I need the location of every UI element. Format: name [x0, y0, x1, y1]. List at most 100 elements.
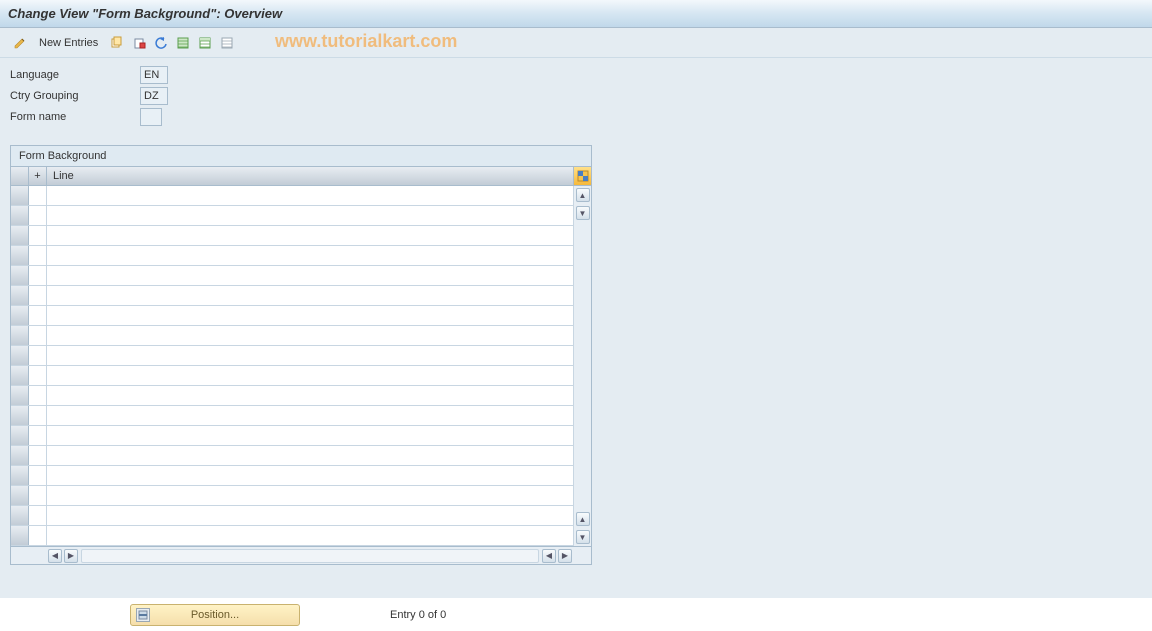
cell-plus[interactable] [29, 446, 47, 465]
row-selector[interactable] [11, 386, 29, 405]
position-button[interactable]: Position... [130, 604, 300, 626]
row-selector[interactable] [11, 486, 29, 505]
cell-plus[interactable] [29, 226, 47, 245]
row-selector[interactable] [11, 206, 29, 225]
scroll-down-icon[interactable]: ▼ [576, 206, 590, 220]
cell-plus[interactable] [29, 326, 47, 345]
cell-plus[interactable] [29, 426, 47, 445]
scroll-right-icon-2[interactable]: ▶ [558, 549, 572, 563]
select-all-icon[interactable] [173, 33, 193, 53]
table-row[interactable] [11, 366, 573, 386]
row-selector[interactable] [11, 446, 29, 465]
row-selector[interactable] [11, 526, 29, 545]
table-row[interactable] [11, 326, 573, 346]
cell-plus[interactable] [29, 346, 47, 365]
cell-line[interactable] [47, 266, 573, 285]
row-selector[interactable] [11, 346, 29, 365]
scroll-up-icon[interactable]: ▲ [576, 188, 590, 202]
ctry-grouping-input[interactable] [140, 87, 168, 105]
cell-plus[interactable] [29, 366, 47, 385]
cell-line[interactable] [47, 486, 573, 505]
cell-line[interactable] [47, 306, 573, 325]
row-selector[interactable] [11, 406, 29, 425]
scroll-left-icon-2[interactable]: ◀ [542, 549, 556, 563]
cell-line[interactable] [47, 226, 573, 245]
table-row[interactable] [11, 506, 573, 526]
table-row[interactable] [11, 386, 573, 406]
hscroll-track[interactable] [81, 549, 539, 563]
cell-line[interactable] [47, 426, 573, 445]
column-header-line[interactable]: Line [47, 167, 573, 185]
row-selector[interactable] [11, 466, 29, 485]
cell-plus[interactable] [29, 266, 47, 285]
cell-line[interactable] [47, 366, 573, 385]
cell-line[interactable] [47, 286, 573, 305]
row-selector[interactable] [11, 506, 29, 525]
row-selector[interactable] [11, 286, 29, 305]
cell-line[interactable] [47, 326, 573, 345]
column-header-selector[interactable] [11, 167, 29, 185]
cell-line[interactable] [47, 246, 573, 265]
row-selector[interactable] [11, 226, 29, 245]
table-row[interactable] [11, 406, 573, 426]
table-row[interactable] [11, 186, 573, 206]
scroll-down-icon-2[interactable]: ▼ [576, 530, 590, 544]
form-name-input[interactable] [140, 108, 162, 126]
horizontal-scrollbar[interactable]: ◀ ▶ ◀ ▶ [11, 546, 591, 564]
column-header-plus[interactable]: + [29, 167, 47, 185]
row-selector[interactable] [11, 266, 29, 285]
cell-plus[interactable] [29, 486, 47, 505]
cell-line[interactable] [47, 466, 573, 485]
table-row[interactable] [11, 226, 573, 246]
table-row[interactable] [11, 466, 573, 486]
scroll-right-icon[interactable]: ▶ [64, 549, 78, 563]
cell-line[interactable] [47, 346, 573, 365]
cell-plus[interactable] [29, 186, 47, 205]
table-row[interactable] [11, 206, 573, 226]
cell-plus[interactable] [29, 246, 47, 265]
cell-plus[interactable] [29, 466, 47, 485]
toggle-display-change-icon[interactable] [10, 33, 30, 53]
cell-line[interactable] [47, 506, 573, 525]
new-entries-button[interactable]: New Entries [32, 33, 105, 53]
cell-plus[interactable] [29, 506, 47, 525]
row-selector[interactable] [11, 426, 29, 445]
cell-line[interactable] [47, 446, 573, 465]
table-row[interactable] [11, 306, 573, 326]
table-row[interactable] [11, 346, 573, 366]
row-selector[interactable] [11, 246, 29, 265]
cell-line[interactable] [47, 386, 573, 405]
table-settings-icon[interactable] [573, 167, 591, 185]
scroll-left-icon[interactable]: ◀ [48, 549, 62, 563]
table-row[interactable] [11, 526, 573, 546]
cell-line[interactable] [47, 206, 573, 225]
vertical-scrollbar[interactable]: ▲ ▼ ▲ ▼ [573, 186, 591, 546]
copy-as-icon[interactable] [107, 33, 127, 53]
undo-change-icon[interactable] [151, 33, 171, 53]
scroll-up-icon-2[interactable]: ▲ [576, 512, 590, 526]
row-selector[interactable] [11, 326, 29, 345]
cell-plus[interactable] [29, 286, 47, 305]
select-block-icon[interactable] [195, 33, 215, 53]
table-row[interactable] [11, 426, 573, 446]
language-input[interactable] [140, 66, 168, 84]
row-selector[interactable] [11, 366, 29, 385]
cell-plus[interactable] [29, 526, 47, 545]
table-row[interactable] [11, 486, 573, 506]
cell-plus[interactable] [29, 206, 47, 225]
delete-icon[interactable] [129, 33, 149, 53]
cell-line[interactable] [47, 186, 573, 205]
row-selector[interactable] [11, 306, 29, 325]
cell-line[interactable] [47, 406, 573, 425]
deselect-all-icon[interactable] [217, 33, 237, 53]
cell-line[interactable] [47, 526, 573, 545]
row-selector[interactable] [11, 186, 29, 205]
cell-plus[interactable] [29, 306, 47, 325]
cell-plus[interactable] [29, 386, 47, 405]
table-row[interactable] [11, 246, 573, 266]
cell-plus[interactable] [29, 406, 47, 425]
table-body: ▲ ▼ ▲ ▼ [11, 186, 591, 546]
table-row[interactable] [11, 266, 573, 286]
table-row[interactable] [11, 286, 573, 306]
table-row[interactable] [11, 446, 573, 466]
